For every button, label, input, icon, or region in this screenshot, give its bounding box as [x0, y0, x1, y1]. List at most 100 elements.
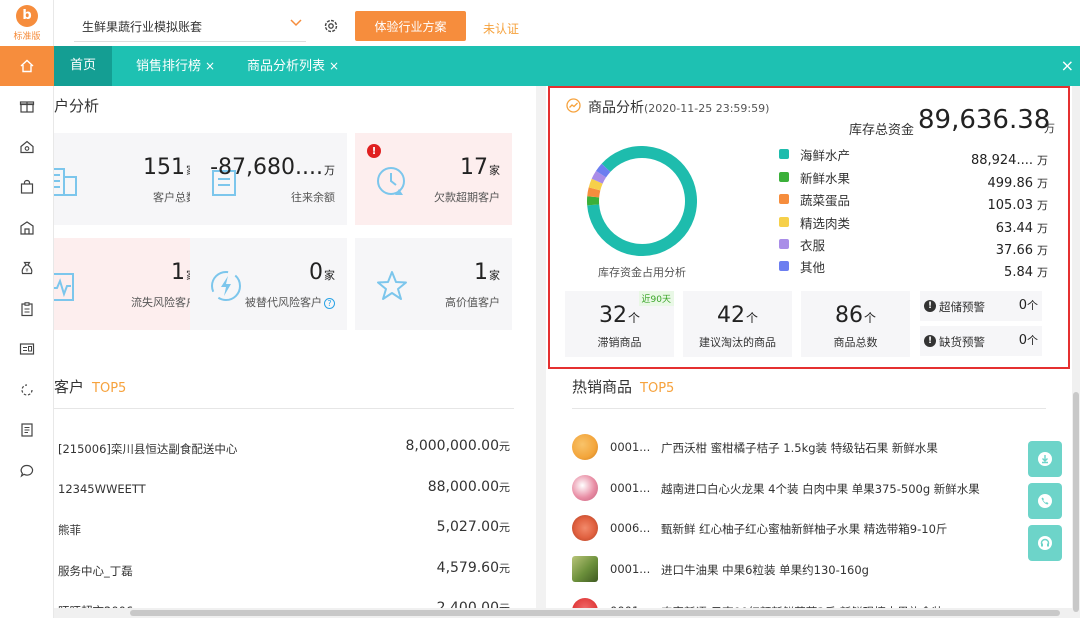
store-icon — [20, 221, 34, 235]
warning-label: 缺货预警 — [939, 335, 985, 349]
table-row[interactable]: 熊菲 5,027.00元 — [58, 519, 510, 539]
legend-item[interactable]: 蔬菜蛋品 105.03 万 — [776, 189, 1048, 213]
sidebar-item-clipboard[interactable] — [0, 289, 54, 330]
close-icon[interactable]: × — [329, 59, 339, 73]
download-button[interactable] — [1028, 441, 1062, 477]
horizontal-scrollbar[interactable] — [54, 608, 1072, 618]
customer-name: 服务中心_丁磊 — [58, 564, 133, 578]
tab-label: 商品分析列表 — [247, 59, 326, 74]
card-value: 1家 — [474, 260, 500, 285]
card-overdue-customers[interactable]: ! 17家 欠款超期客户 — [355, 133, 512, 225]
customer-value: 5,027.00元 — [436, 519, 510, 535]
sidebar-item-id-card[interactable] — [0, 329, 54, 370]
phone-button[interactable] — [1028, 483, 1062, 519]
product-thumbnail — [572, 515, 598, 541]
tab-label: 首页 — [70, 58, 97, 73]
tab-sales-ranking[interactable]: 销售排行榜 × — [136, 46, 215, 86]
inventory-total-unit: 万 — [1044, 122, 1055, 135]
gear-icon[interactable] — [322, 17, 340, 35]
legend-item[interactable]: 其他 5.84 万 — [776, 256, 1048, 280]
stat-suggest-eliminate[interactable]: 42个 建议淘汰的商品 — [683, 291, 792, 357]
overstock-warning[interactable]: ! 超储预警 0个 — [920, 291, 1042, 321]
product-name: 越南进口白心火龙果 4个装 白肉中果 单果375-500g 新鲜水果 — [661, 482, 980, 496]
list-item[interactable]: 0001... 进口牛油果 中果6粒装 单果约130-160g — [572, 556, 1052, 584]
legend-name: 蔬菜蛋品 — [800, 193, 851, 208]
horizontal-scroll-thumb[interactable] — [130, 610, 1060, 616]
stat-slow-moving[interactable]: 近90天 32个 滞销商品 — [565, 291, 674, 357]
sidebar-item-house-star[interactable] — [0, 127, 54, 168]
table-row[interactable]: 服务中心_丁磊 4,579.60元 — [58, 560, 510, 580]
inventory-donut-chart[interactable] — [587, 146, 697, 256]
warning-label: 超储预警 — [939, 300, 985, 314]
out-of-stock-warning[interactable]: ! 缺货预警 0个 — [920, 326, 1042, 356]
trial-industry-button[interactable]: 体验行业方案 — [355, 11, 466, 41]
sidebar-item-money-bag[interactable]: ¥ — [0, 248, 54, 289]
stat-label: 滞销商品 — [597, 336, 642, 349]
table-row[interactable]: 12345WWEETT 88,000.00元 — [58, 479, 510, 499]
donut-slice-5[interactable] — [591, 170, 607, 184]
card-label: 被替代风险客户? — [245, 294, 335, 310]
card-value: 151家 — [143, 155, 197, 180]
logo-badge: b — [16, 4, 38, 27]
list-item[interactable]: 0001... 越南进口白心火龙果 4个装 白肉中果 单果375-500g 新鲜… — [572, 475, 1052, 503]
pulse-chart-icon — [54, 273, 74, 301]
stat-total-products[interactable]: 86个 商品总数 — [801, 291, 910, 357]
phone-icon — [1038, 494, 1052, 508]
logo-text: 标准版 — [13, 31, 41, 42]
customer-name: [215006]栾川县恒达副食配送中心 — [58, 442, 238, 456]
account-selector[interactable]: 生鲜果蔬行业模拟账套 — [82, 18, 202, 35]
refresh-icon — [21, 384, 33, 396]
tab-product-analysis-list[interactable]: 商品分析列表 × — [247, 46, 339, 86]
card-value: 17家 — [460, 155, 500, 180]
list-item[interactable]: 0001... 广西沃柑 蜜柑橘子桔子 1.5kg装 特级钻石果 新鲜水果 — [572, 434, 1052, 462]
top-customers-title: 客户 TOP5 — [54, 378, 127, 396]
donut-slice-6[interactable] — [596, 163, 611, 178]
sidebar-item-chat[interactable] — [0, 451, 54, 492]
sidebar-item-home[interactable] — [0, 46, 54, 86]
close-all-tabs-icon[interactable]: × — [1061, 56, 1074, 75]
product-analysis-title: 商品分析(2020-11-25 23:59:59) — [588, 100, 770, 116]
product-thumbnail — [572, 475, 598, 501]
vertical-scrollbar[interactable] — [1072, 86, 1080, 618]
donut-slice-3[interactable] — [587, 187, 601, 198]
bag-icon — [20, 180, 34, 194]
unverified-link[interactable]: 未认证 — [483, 20, 519, 37]
list-item[interactable]: 0006... 甄新鲜 红心柚子红心蜜柚新鲜柚子水果 精选带箱9-10斤 — [572, 515, 1052, 543]
house-star-icon — [20, 140, 34, 153]
sidebar-item-bag[interactable] — [0, 167, 54, 208]
donut-slice-4[interactable] — [588, 178, 603, 191]
card-balance[interactable]: -87,680....万 往来余额 — [190, 133, 347, 225]
money-bag-icon: ¥ — [21, 262, 33, 275]
help-icon[interactable]: ? — [324, 297, 335, 309]
sidebar-item-document[interactable] — [0, 410, 54, 451]
vertical-scroll-thumb[interactable] — [1073, 392, 1079, 612]
card-churn-risk[interactable]: 1家 流失风险客户 — [54, 238, 209, 330]
legend-item[interactable]: 衣服 37.66 万 — [776, 234, 1048, 258]
chevron-down-icon[interactable] — [290, 17, 302, 31]
legend-item[interactable]: 海鲜水产 88,924.... 万 — [776, 144, 1048, 168]
legend-item[interactable]: 新鲜水果 499.86 万 — [776, 167, 1048, 191]
customer-name: 熊菲 — [58, 523, 81, 537]
table-row[interactable]: [215006]栾川县恒达副食配送中心 8,000,000.00元 — [58, 438, 510, 458]
column-divider — [536, 86, 546, 618]
stat-label: 商品总数 — [833, 336, 878, 349]
legend-value: 5.84 万 — [1004, 265, 1048, 280]
headset-icon — [1038, 536, 1052, 550]
card-label: 欠款超期客户 — [434, 191, 500, 204]
warning-icon: ! — [924, 300, 936, 312]
close-icon[interactable]: × — [205, 59, 215, 73]
card-high-value[interactable]: 1家 高价值客户 — [355, 238, 512, 330]
legend-name: 精选肉类 — [800, 216, 851, 231]
donut-slice-1[interactable] — [587, 146, 697, 256]
sidebar-item-gift[interactable] — [0, 86, 54, 127]
sidebar-item-refresh[interactable] — [0, 370, 54, 411]
support-button[interactable] — [1028, 525, 1062, 561]
card-total-customers[interactable]: 151家 客户总数 — [54, 133, 209, 225]
tab-home[interactable]: 首页 — [54, 46, 113, 86]
main-content: 户分析 151家 客户总数 -87,680....万 往来余额 ! 17家 欠款… — [54, 86, 1080, 618]
legend-item[interactable]: 精选肉类 63.44 万 — [776, 212, 1048, 236]
app-logo[interactable]: b 标准版 — [0, 0, 54, 46]
sidebar-item-store[interactable] — [0, 208, 54, 249]
document-icon — [21, 423, 33, 437]
card-replacement-risk[interactable]: 0家 被替代风险客户? — [190, 238, 347, 330]
